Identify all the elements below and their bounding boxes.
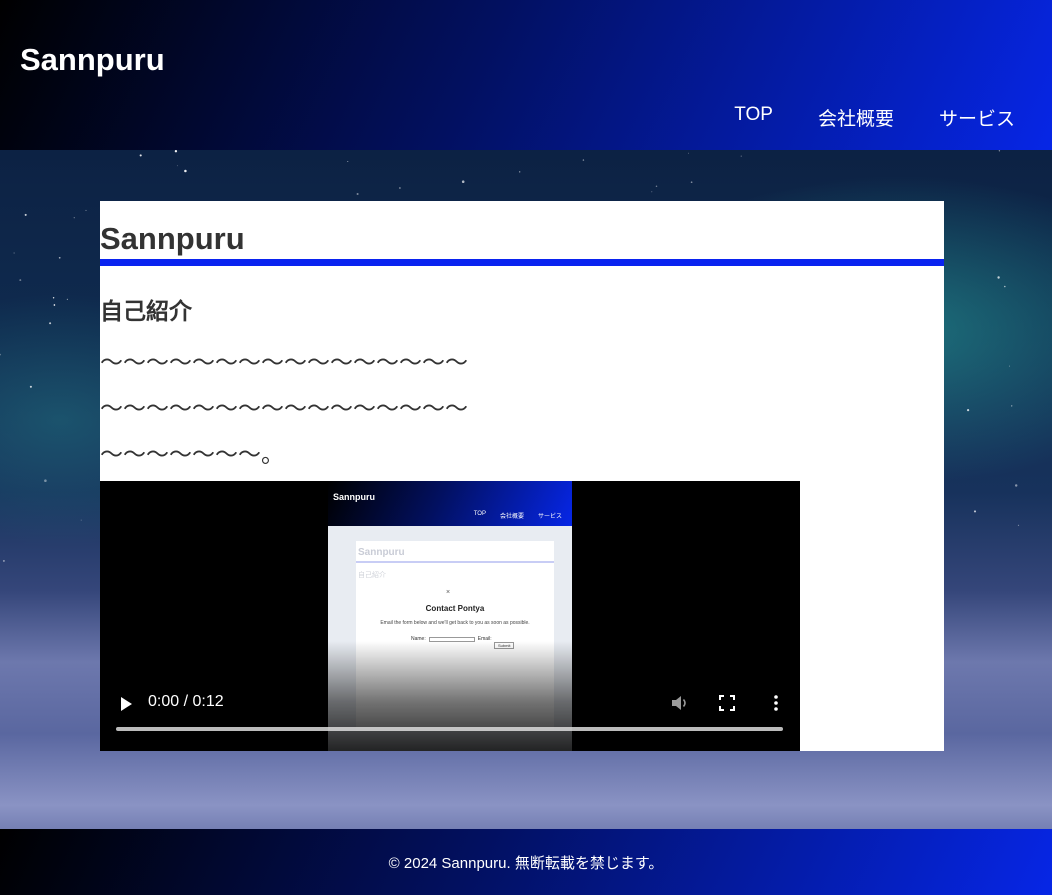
play-icon[interactable] [118, 696, 134, 712]
star [13, 252, 15, 254]
star [1017, 524, 1020, 526]
star [966, 408, 970, 412]
star [997, 276, 1000, 279]
poster-nav: TOP 会社概要 サービス [474, 511, 562, 520]
video-player[interactable]: Sannpuru TOP 会社概要 サービス Sannpuru 自己紹介 × C… [100, 481, 800, 751]
section-heading: 自己紹介 [100, 298, 192, 324]
fullscreen-icon[interactable] [719, 695, 735, 711]
site-header: Sannpuru TOP 会社概要 サービス [0, 0, 1052, 150]
poster-nav-services: サービス [537, 514, 562, 520]
star [2, 559, 5, 562]
star [85, 209, 87, 211]
star [655, 185, 658, 188]
star [24, 213, 27, 216]
nav-link-top[interactable]: TOP [734, 104, 773, 131]
star [740, 155, 742, 157]
star [461, 180, 465, 183]
star [80, 519, 82, 521]
star [44, 479, 47, 482]
star [52, 297, 55, 299]
poster-card-heading: 自己紹介 [358, 572, 386, 579]
main-nav: TOP 会社概要 サービス [734, 104, 1015, 131]
star [29, 385, 32, 388]
more-vertical-icon[interactable] [768, 694, 784, 712]
title-underline [100, 259, 944, 266]
star [139, 154, 142, 157]
content-card: Sannpuru 自己紹介 〜〜〜〜〜〜〜〜〜〜〜〜〜〜〜〜 〜〜〜〜〜〜〜〜〜… [100, 201, 944, 751]
page-title: Sannpuru [100, 221, 245, 256]
star [651, 191, 653, 193]
star [582, 159, 585, 161]
star [519, 171, 521, 173]
star [998, 150, 1001, 152]
intro-paragraph-1: 〜〜〜〜〜〜〜〜〜〜〜〜〜〜〜〜 [100, 349, 468, 375]
star [347, 161, 349, 163]
site-footer: © 2024 Sannpuru. 無断転載を禁じます。 [0, 829, 1052, 895]
star [49, 322, 52, 325]
star [58, 256, 61, 259]
star [688, 152, 689, 154]
star [174, 150, 178, 153]
nav-link-company[interactable]: 会社概要 [818, 104, 894, 131]
volume-icon[interactable] [670, 694, 690, 712]
poster-header: Sannpuru TOP 会社概要 サービス [328, 481, 572, 526]
star [1008, 365, 1010, 367]
intro-paragraph-2: 〜〜〜〜〜〜〜〜〜〜〜〜〜〜〜〜 [100, 395, 468, 421]
progress-bar[interactable] [116, 727, 783, 731]
star [399, 187, 401, 189]
time-display: 0:00 / 0:12 [148, 693, 224, 710]
star [176, 165, 178, 167]
star [19, 279, 22, 282]
star [0, 353, 1, 356]
poster-nav-company: 会社概要 [499, 514, 524, 520]
poster-site-title: Sannpuru [333, 492, 375, 502]
star [973, 510, 977, 513]
star [1004, 285, 1006, 288]
poster-card-rule [356, 561, 554, 563]
poster-card-title: Sannpuru [358, 547, 405, 558]
poster-modal-description: Email the form below and we'll get back … [380, 620, 530, 626]
star [184, 169, 187, 173]
nav-link-services[interactable]: サービス [939, 104, 1015, 131]
star [73, 217, 75, 219]
poster-nav-top: TOP [473, 511, 486, 517]
star [356, 192, 359, 196]
star [66, 298, 69, 301]
site-title[interactable]: Sannpuru [20, 42, 165, 78]
star [1014, 484, 1018, 487]
star [53, 304, 56, 306]
star [690, 181, 693, 184]
intro-paragraph-3: 〜〜〜〜〜〜〜。 [100, 441, 284, 467]
poster-modal-title: Contact Pontya [425, 604, 485, 613]
poster-close-icon: × [446, 589, 451, 596]
star [1011, 405, 1013, 407]
copyright-text: © 2024 Sannpuru. 無断転載を禁じます。 [388, 855, 664, 872]
